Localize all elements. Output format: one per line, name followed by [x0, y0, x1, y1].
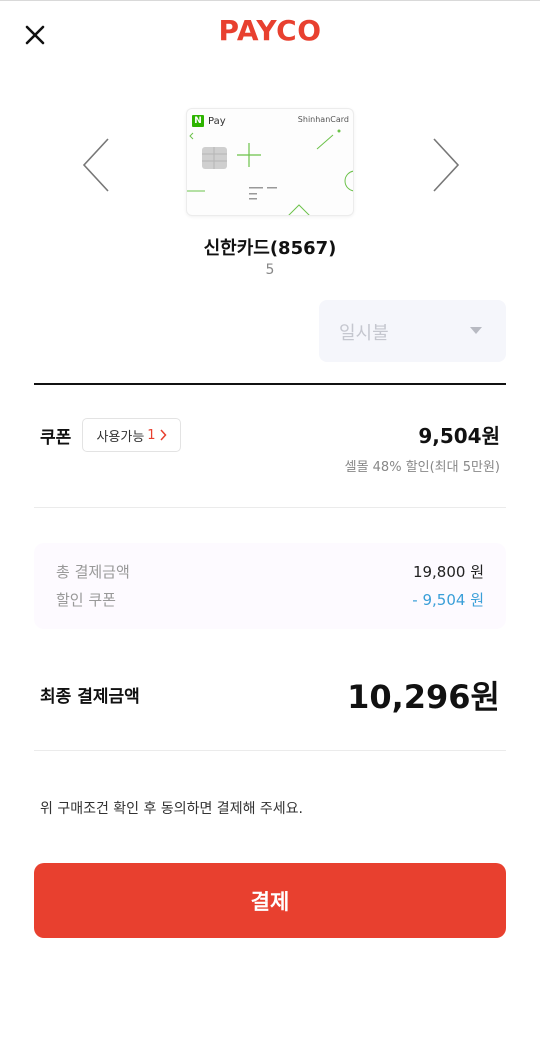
installment-selected-value: 일시불 — [339, 323, 389, 344]
total-label: 총 결제금액 — [56, 563, 130, 581]
divider — [34, 750, 506, 751]
coupon-available-label: 사용가능 — [96, 429, 145, 445]
npay-label: Pay — [208, 115, 226, 127]
prev-card-button[interactable] — [80, 135, 116, 195]
final-amount-label: 최종 결제금액 — [40, 687, 140, 707]
final-amount-value: 10,296원 — [347, 678, 500, 716]
agreement-notice: 위 구매조건 확인 후 동의하면 결제해 주세요. — [40, 801, 303, 817]
pay-button[interactable]: 결제 — [34, 863, 506, 938]
coupon-available-button[interactable]: 사용가능 1 — [82, 418, 181, 452]
npay-badge: N — [192, 115, 204, 127]
npay-mark: N Pay — [192, 115, 226, 127]
caret-down-icon — [470, 327, 482, 334]
coupon-description: 셀몰 48% 할인(최대 5만원) — [344, 460, 500, 475]
card-name: 신한카드(8567) — [203, 238, 337, 259]
coupon-label: 쿠폰 — [40, 428, 72, 448]
summary-row-discount: 할인 쿠폰 - 9,504 원 — [56, 589, 484, 610]
next-card-button[interactable] — [426, 135, 462, 195]
section-divider — [34, 383, 506, 385]
discount-label: 할인 쿠폰 — [56, 591, 116, 609]
discount-value: - 9,504 원 — [412, 591, 484, 609]
card-issuer-brand: ShinhanCard — [297, 115, 349, 124]
chevron-right-small-icon — [160, 429, 167, 441]
summary-row-total: 총 결제금액 19,800 원 — [56, 561, 484, 582]
chevron-right-icon — [433, 138, 460, 192]
installment-select[interactable]: 일시불 — [319, 300, 506, 362]
top-border — [0, 0, 540, 1]
payco-logo: PAYCO — [218, 14, 322, 47]
chevron-left-icon — [82, 138, 109, 192]
total-value: 19,800 원 — [412, 563, 484, 581]
divider — [34, 507, 506, 508]
coupon-discount-amount: 9,504원 — [418, 424, 500, 448]
coupon-available-count: 1 — [147, 427, 156, 443]
card-subtext: 5 — [265, 262, 275, 278]
payment-card-image[interactable]: N Pay ShinhanCard — [186, 108, 354, 216]
payment-summary-box: 총 결제금액 19,800 원 할인 쿠폰 - 9,504 원 — [34, 543, 506, 629]
